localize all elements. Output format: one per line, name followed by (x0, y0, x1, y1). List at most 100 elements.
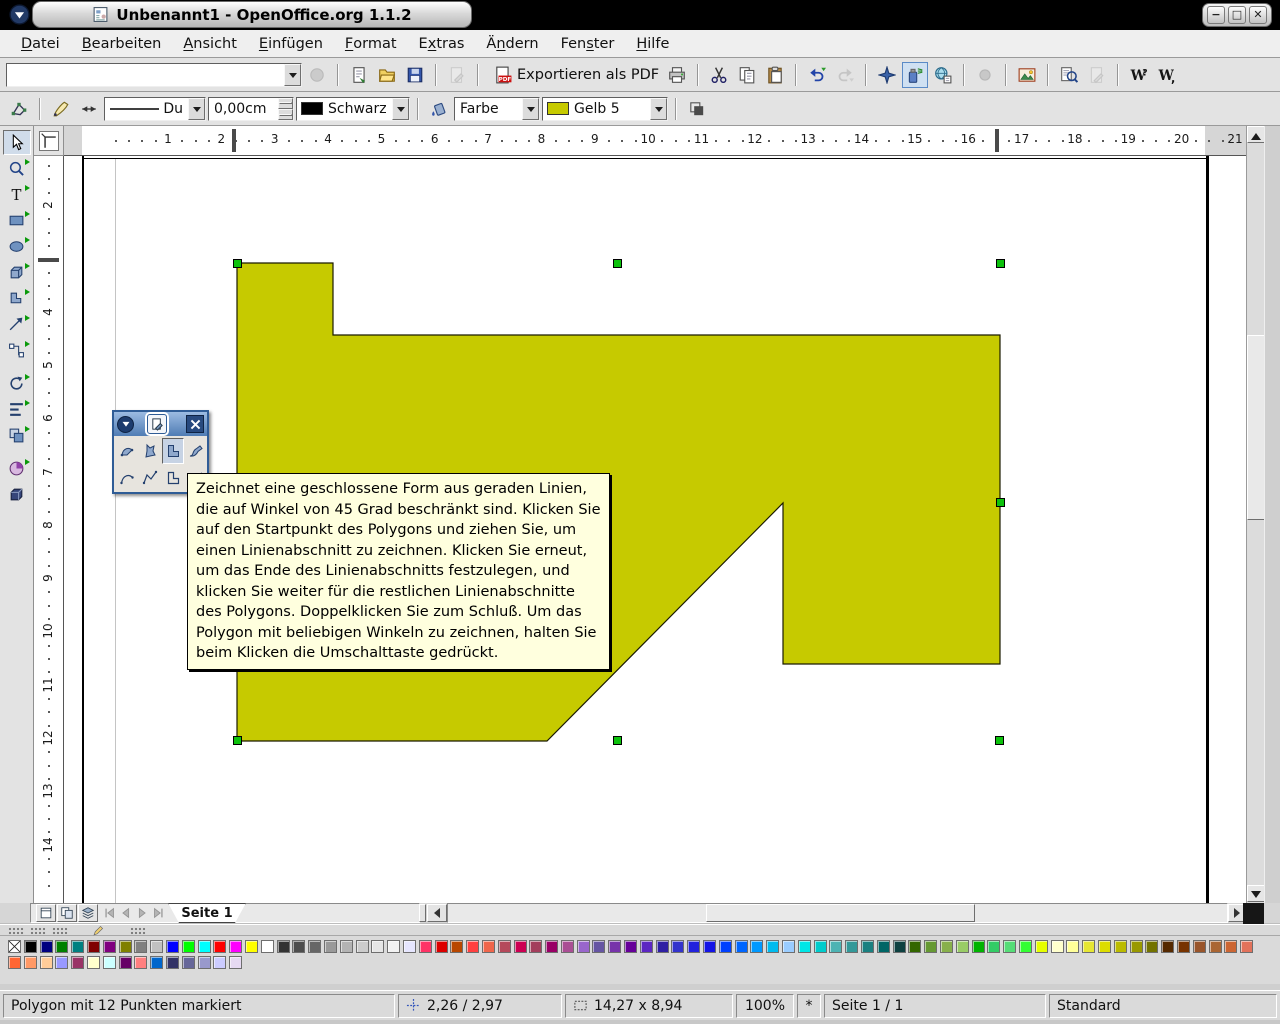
status-size[interactable]: 14,27 x 8,94 (565, 994, 733, 1018)
color-swatch[interactable] (403, 940, 416, 953)
color-swatch[interactable] (1082, 940, 1095, 953)
arrange-tool[interactable] (3, 423, 31, 448)
color-swatch[interactable] (545, 940, 558, 953)
polygon-filled-tool[interactable] (139, 438, 161, 464)
edit-mode-button[interactable] (1084, 62, 1110, 88)
url-input[interactable] (7, 64, 284, 86)
color-swatch[interactable] (356, 940, 369, 953)
vertical-scroll-thumb[interactable] (1247, 335, 1265, 520)
color-swatch[interactable] (229, 940, 242, 953)
color-swatch[interactable] (55, 940, 68, 953)
color-swatch[interactable] (1035, 940, 1048, 953)
curve-line-tool[interactable] (116, 465, 138, 491)
color-swatch[interactable] (814, 940, 827, 953)
load-url-button[interactable] (304, 62, 330, 88)
color-swatch[interactable] (466, 940, 479, 953)
color-swatch[interactable] (8, 956, 21, 969)
select-tool[interactable] (3, 130, 31, 155)
color-swatch[interactable] (529, 940, 542, 953)
previous-page-button[interactable] (118, 904, 134, 922)
no-fill-swatch[interactable] (8, 940, 21, 953)
color-swatch[interactable] (1003, 940, 1016, 953)
color-swatch[interactable] (387, 940, 400, 953)
color-swatch[interactable] (292, 940, 305, 953)
color-swatch[interactable] (24, 956, 37, 969)
selection-handle[interactable] (613, 736, 622, 745)
rotate-tool[interactable] (3, 371, 31, 396)
ellipse-tool[interactable] (3, 234, 31, 259)
color-swatch[interactable] (577, 940, 590, 953)
edit-file-button[interactable] (444, 62, 470, 88)
ruler-origin-box[interactable] (34, 126, 64, 156)
rectangle-tool[interactable] (3, 208, 31, 233)
color-swatch[interactable] (261, 940, 274, 953)
floating-close-button[interactable] (186, 415, 204, 433)
color-swatch[interactable] (1224, 940, 1237, 953)
color-swatch[interactable] (134, 940, 147, 953)
zoom-tool[interactable] (3, 156, 31, 181)
help-agent-button[interactable]: W? (1126, 62, 1152, 88)
color-swatch[interactable] (1114, 940, 1127, 953)
color-swatch[interactable] (119, 940, 132, 953)
gallery-button[interactable] (1014, 62, 1040, 88)
color-swatch[interactable] (1130, 940, 1143, 953)
menu-ansicht[interactable]: Ansicht (172, 30, 248, 57)
color-swatch[interactable] (782, 940, 795, 953)
line-width-spinner[interactable]: 0,00cm (208, 97, 294, 121)
vertical-scrollbar[interactable] (1246, 126, 1264, 903)
color-swatch[interactable] (640, 940, 653, 953)
color-swatch[interactable] (750, 940, 763, 953)
menu-datei[interactable]: Datei (10, 30, 71, 57)
color-swatch[interactable] (908, 940, 921, 953)
color-swatch[interactable] (719, 940, 732, 953)
color-swatch[interactable] (1161, 940, 1174, 953)
page-view-button[interactable] (36, 904, 56, 922)
color-swatch[interactable] (1177, 940, 1190, 953)
scroll-down-button[interactable] (1247, 885, 1265, 902)
stylist-button[interactable] (902, 62, 928, 88)
status-page-info[interactable]: Seite 1 / 1 (824, 994, 1046, 1018)
color-swatch[interactable] (450, 940, 463, 953)
minimize-button[interactable]: − (1207, 6, 1225, 24)
edit-points-button[interactable] (6, 96, 32, 122)
color-swatch[interactable] (324, 940, 337, 953)
color-swatch[interactable] (119, 956, 132, 969)
curve-tool[interactable] (3, 286, 31, 311)
color-swatch[interactable] (1145, 940, 1158, 953)
color-swatch[interactable] (861, 940, 874, 953)
scroll-up-button[interactable] (1247, 126, 1265, 143)
effects-tool[interactable] (3, 456, 31, 481)
color-swatch[interactable] (24, 940, 37, 953)
selection-handle[interactable] (233, 259, 242, 268)
color-swatch[interactable] (182, 956, 195, 969)
color-swatch[interactable] (956, 940, 969, 953)
color-swatch[interactable] (150, 956, 163, 969)
floating-menu-button[interactable] (117, 416, 134, 433)
paste-button[interactable] (762, 62, 788, 88)
color-swatch[interactable] (798, 940, 811, 953)
window-menu-icon[interactable] (9, 4, 30, 25)
copy-button[interactable] (734, 62, 760, 88)
floating-toolbar-titlebar[interactable] (114, 412, 207, 436)
color-swatch[interactable] (592, 940, 605, 953)
color-swatch[interactable] (924, 940, 937, 953)
menu-hilfe[interactable]: Hilfe (625, 30, 680, 57)
color-swatch[interactable] (150, 940, 163, 953)
color-swatch[interactable] (213, 956, 226, 969)
area-dialog-button[interactable] (426, 96, 452, 122)
color-swatch[interactable] (55, 956, 68, 969)
color-swatch[interactable] (419, 940, 432, 953)
open-button[interactable] (374, 62, 400, 88)
polygon45-filled-tool[interactable] (162, 438, 184, 464)
url-dropdown-icon[interactable] (284, 64, 301, 86)
color-swatch[interactable] (940, 940, 953, 953)
layer-view-button[interactable] (78, 904, 98, 922)
dock-grip[interactable] (130, 927, 146, 935)
color-swatch[interactable] (340, 940, 353, 953)
maximize-button[interactable]: □ (1228, 6, 1246, 24)
color-swatch[interactable] (182, 940, 195, 953)
color-swatch[interactable] (1098, 940, 1111, 953)
print-button[interactable] (664, 62, 690, 88)
color-swatch[interactable] (245, 940, 258, 953)
status-zoom[interactable]: 100% (736, 994, 794, 1018)
